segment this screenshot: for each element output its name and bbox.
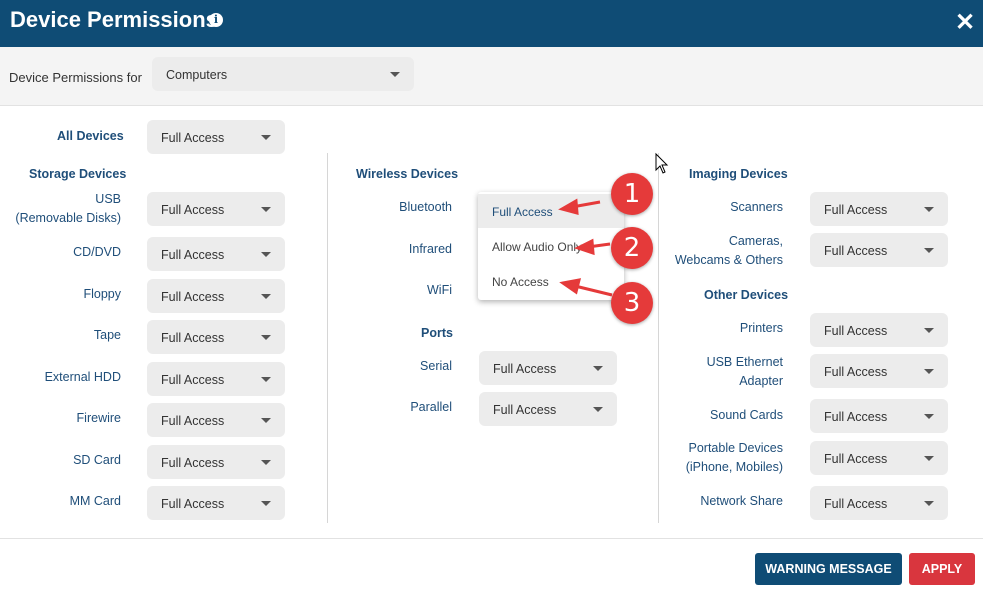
apply-button[interactable]: APPLY (909, 553, 975, 585)
annotation-arrow-3 (574, 284, 613, 297)
arrow-head-icon (574, 238, 595, 256)
mouse-cursor-icon (655, 152, 669, 174)
annotation-badge-2: 2 (611, 227, 653, 269)
warning-message-button[interactable]: WARNING MESSAGE (755, 553, 902, 585)
footer-divider (0, 538, 983, 539)
annotation-badge-3: 3 (611, 282, 653, 324)
annotation-badge-1: 1 (611, 173, 653, 215)
arrow-head-icon (559, 278, 582, 295)
annotation-arrows (558, 152, 669, 297)
arrow-head-icon (558, 198, 579, 215)
